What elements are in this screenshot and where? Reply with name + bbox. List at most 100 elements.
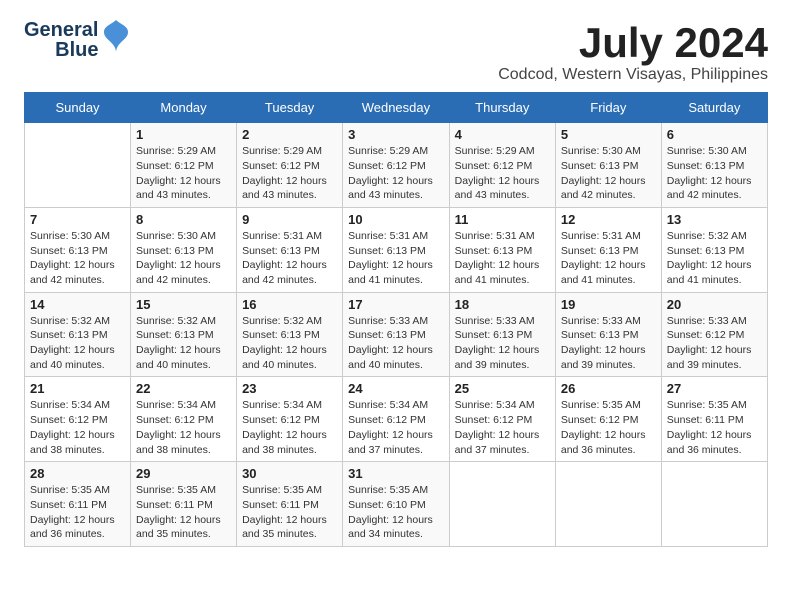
calendar-cell: 7 Sunrise: 5:30 AMSunset: 6:13 PMDaylight… — [25, 207, 131, 292]
day-number: 12 — [561, 212, 656, 227]
calendar-cell: 5 Sunrise: 5:30 AMSunset: 6:13 PMDaylight… — [555, 123, 661, 208]
calendar-cell — [661, 462, 767, 547]
calendar-cell: 10Sunrise: 5:31 AMSunset: 6:13 PMDayligh… — [343, 207, 449, 292]
location-subtitle: Codcod, Western Visayas, Philippines — [498, 66, 768, 84]
calendar-week-row: 1Sunrise: 5:29 AMSunset: 6:12 PMDaylight… — [25, 123, 768, 208]
calendar-cell: 9 Sunrise: 5:31 AMSunset: 6:13 PMDaylight… — [237, 207, 343, 292]
calendar-cell: 28 Sunrise: 5:35 AMSunset: 6:11 PMDayligh… — [25, 462, 131, 547]
logo-text-general: General — [24, 20, 98, 40]
weekday-header-wednesday: Wednesday — [343, 93, 449, 123]
day-info: Sunrise: 5:35 AMSunset: 6:11 PMDaylight:… — [667, 398, 762, 457]
calendar-cell: 27 Sunrise: 5:35 AMSunset: 6:11 PMDayligh… — [661, 377, 767, 462]
day-number: 22 — [136, 381, 231, 396]
day-info: Sunrise: 5:34 AMSunset: 6:12 PMDaylight:… — [30, 398, 125, 457]
day-number: 8 — [136, 212, 231, 227]
day-number: 16 — [242, 297, 337, 312]
weekday-header-sunday: Sunday — [25, 93, 131, 123]
calendar-cell: 23 Sunrise: 5:34 AMSunset: 6:12 PMDayligh… — [237, 377, 343, 462]
day-info: Sunrise: 5:32 AMSunset: 6:13 PMDaylight:… — [667, 229, 762, 288]
day-number: 26 — [561, 381, 656, 396]
calendar-cell: 18Sunrise: 5:33 AMSunset: 6:13 PMDayligh… — [449, 292, 555, 377]
day-number: 25 — [455, 381, 550, 396]
day-info: Sunrise: 5:31 AMSunset: 6:13 PMDaylight:… — [242, 229, 337, 288]
day-number: 27 — [667, 381, 762, 396]
calendar-week-row: 14 Sunrise: 5:32 AMSunset: 6:13 PMDayligh… — [25, 292, 768, 377]
day-number: 21 — [30, 381, 125, 396]
calendar-cell: 26Sunrise: 5:35 AMSunset: 6:12 PMDayligh… — [555, 377, 661, 462]
calendar-cell: 1Sunrise: 5:29 AMSunset: 6:12 PMDaylight… — [131, 123, 237, 208]
day-number: 2 — [242, 127, 337, 142]
day-info: Sunrise: 5:32 AMSunset: 6:13 PMDaylight:… — [30, 314, 125, 373]
title-area: July 2024 Codcod, Western Visayas, Phili… — [498, 20, 768, 84]
day-number: 18 — [455, 297, 550, 312]
calendar-cell: 4 Sunrise: 5:29 AMSunset: 6:12 PMDaylight… — [449, 123, 555, 208]
day-info: Sunrise: 5:34 AMSunset: 6:12 PMDaylight:… — [136, 398, 231, 457]
day-number: 15 — [136, 297, 231, 312]
day-number: 28 — [30, 466, 125, 481]
day-info: Sunrise: 5:29 AMSunset: 6:12 PMDaylight:… — [242, 144, 337, 203]
day-number: 5 — [561, 127, 656, 142]
day-number: 13 — [667, 212, 762, 227]
weekday-header-saturday: Saturday — [661, 93, 767, 123]
calendar-cell: 31 Sunrise: 5:35 AMSunset: 6:10 PMDayligh… — [343, 462, 449, 547]
day-number: 9 — [242, 212, 337, 227]
weekday-header-friday: Friday — [555, 93, 661, 123]
day-info: Sunrise: 5:34 AMSunset: 6:12 PMDaylight:… — [348, 398, 443, 457]
day-number: 6 — [667, 127, 762, 142]
day-info: Sunrise: 5:34 AMSunset: 6:12 PMDaylight:… — [455, 398, 550, 457]
day-number: 4 — [455, 127, 550, 142]
calendar-week-row: 28 Sunrise: 5:35 AMSunset: 6:11 PMDayligh… — [25, 462, 768, 547]
day-info: Sunrise: 5:29 AMSunset: 6:12 PMDaylight:… — [348, 144, 443, 203]
calendar-cell: 24 Sunrise: 5:34 AMSunset: 6:12 PMDayligh… — [343, 377, 449, 462]
calendar-cell: 16 Sunrise: 5:32 AMSunset: 6:13 PMDayligh… — [237, 292, 343, 377]
day-info: Sunrise: 5:31 AMSunset: 6:13 PMDaylight:… — [561, 229, 656, 288]
weekday-header-tuesday: Tuesday — [237, 93, 343, 123]
day-info: Sunrise: 5:35 AMSunset: 6:11 PMDaylight:… — [242, 483, 337, 542]
weekday-header-thursday: Thursday — [449, 93, 555, 123]
day-info: Sunrise: 5:31 AMSunset: 6:13 PMDaylight:… — [455, 229, 550, 288]
logo-text-blue: Blue — [55, 40, 98, 60]
day-info: Sunrise: 5:35 AMSunset: 6:11 PMDaylight:… — [30, 483, 125, 542]
day-info: Sunrise: 5:30 AMSunset: 6:13 PMDaylight:… — [136, 229, 231, 288]
calendar-week-row: 21 Sunrise: 5:34 AMSunset: 6:12 PMDayligh… — [25, 377, 768, 462]
calendar-table: SundayMondayTuesdayWednesdayThursdayFrid… — [24, 92, 768, 547]
calendar-cell: 11 Sunrise: 5:31 AMSunset: 6:13 PMDayligh… — [449, 207, 555, 292]
day-info: Sunrise: 5:33 AMSunset: 6:13 PMDaylight:… — [561, 314, 656, 373]
day-number: 31 — [348, 466, 443, 481]
calendar-cell: 6 Sunrise: 5:30 AMSunset: 6:13 PMDaylight… — [661, 123, 767, 208]
day-info: Sunrise: 5:30 AMSunset: 6:13 PMDaylight:… — [30, 229, 125, 288]
day-number: 11 — [455, 212, 550, 227]
day-info: Sunrise: 5:35 AMSunset: 6:11 PMDaylight:… — [136, 483, 231, 542]
calendar-cell: 25 Sunrise: 5:34 AMSunset: 6:12 PMDayligh… — [449, 377, 555, 462]
day-info: Sunrise: 5:32 AMSunset: 6:13 PMDaylight:… — [136, 314, 231, 373]
logo: General Blue — [24, 20, 130, 60]
day-info: Sunrise: 5:30 AMSunset: 6:13 PMDaylight:… — [667, 144, 762, 203]
calendar-cell: 3Sunrise: 5:29 AMSunset: 6:12 PMDaylight… — [343, 123, 449, 208]
calendar-cell: 22 Sunrise: 5:34 AMSunset: 6:12 PMDayligh… — [131, 377, 237, 462]
calendar-cell: 12 Sunrise: 5:31 AMSunset: 6:13 PMDayligh… — [555, 207, 661, 292]
weekday-header-row: SundayMondayTuesdayWednesdayThursdayFrid… — [25, 93, 768, 123]
month-year-title: July 2024 — [498, 20, 768, 66]
day-info: Sunrise: 5:32 AMSunset: 6:13 PMDaylight:… — [242, 314, 337, 373]
day-number: 14 — [30, 297, 125, 312]
calendar-cell: 2 Sunrise: 5:29 AMSunset: 6:12 PMDaylight… — [237, 123, 343, 208]
day-number: 24 — [348, 381, 443, 396]
day-number: 7 — [30, 212, 125, 227]
logo-bird-icon — [102, 18, 130, 59]
calendar-cell: 19Sunrise: 5:33 AMSunset: 6:13 PMDayligh… — [555, 292, 661, 377]
calendar-cell: 20Sunrise: 5:33 AMSunset: 6:12 PMDayligh… — [661, 292, 767, 377]
calendar-cell: 15 Sunrise: 5:32 AMSunset: 6:13 PMDayligh… — [131, 292, 237, 377]
calendar-cell: 8 Sunrise: 5:30 AMSunset: 6:13 PMDaylight… — [131, 207, 237, 292]
calendar-cell — [555, 462, 661, 547]
calendar-cell: 21 Sunrise: 5:34 AMSunset: 6:12 PMDayligh… — [25, 377, 131, 462]
calendar-cell: 30Sunrise: 5:35 AMSunset: 6:11 PMDayligh… — [237, 462, 343, 547]
day-number: 29 — [136, 466, 231, 481]
day-info: Sunrise: 5:29 AMSunset: 6:12 PMDaylight:… — [455, 144, 550, 203]
calendar-cell: 14 Sunrise: 5:32 AMSunset: 6:13 PMDayligh… — [25, 292, 131, 377]
day-info: Sunrise: 5:30 AMSunset: 6:13 PMDaylight:… — [561, 144, 656, 203]
day-number: 10 — [348, 212, 443, 227]
calendar-cell — [449, 462, 555, 547]
day-info: Sunrise: 5:34 AMSunset: 6:12 PMDaylight:… — [242, 398, 337, 457]
day-info: Sunrise: 5:35 AMSunset: 6:10 PMDaylight:… — [348, 483, 443, 542]
day-number: 23 — [242, 381, 337, 396]
